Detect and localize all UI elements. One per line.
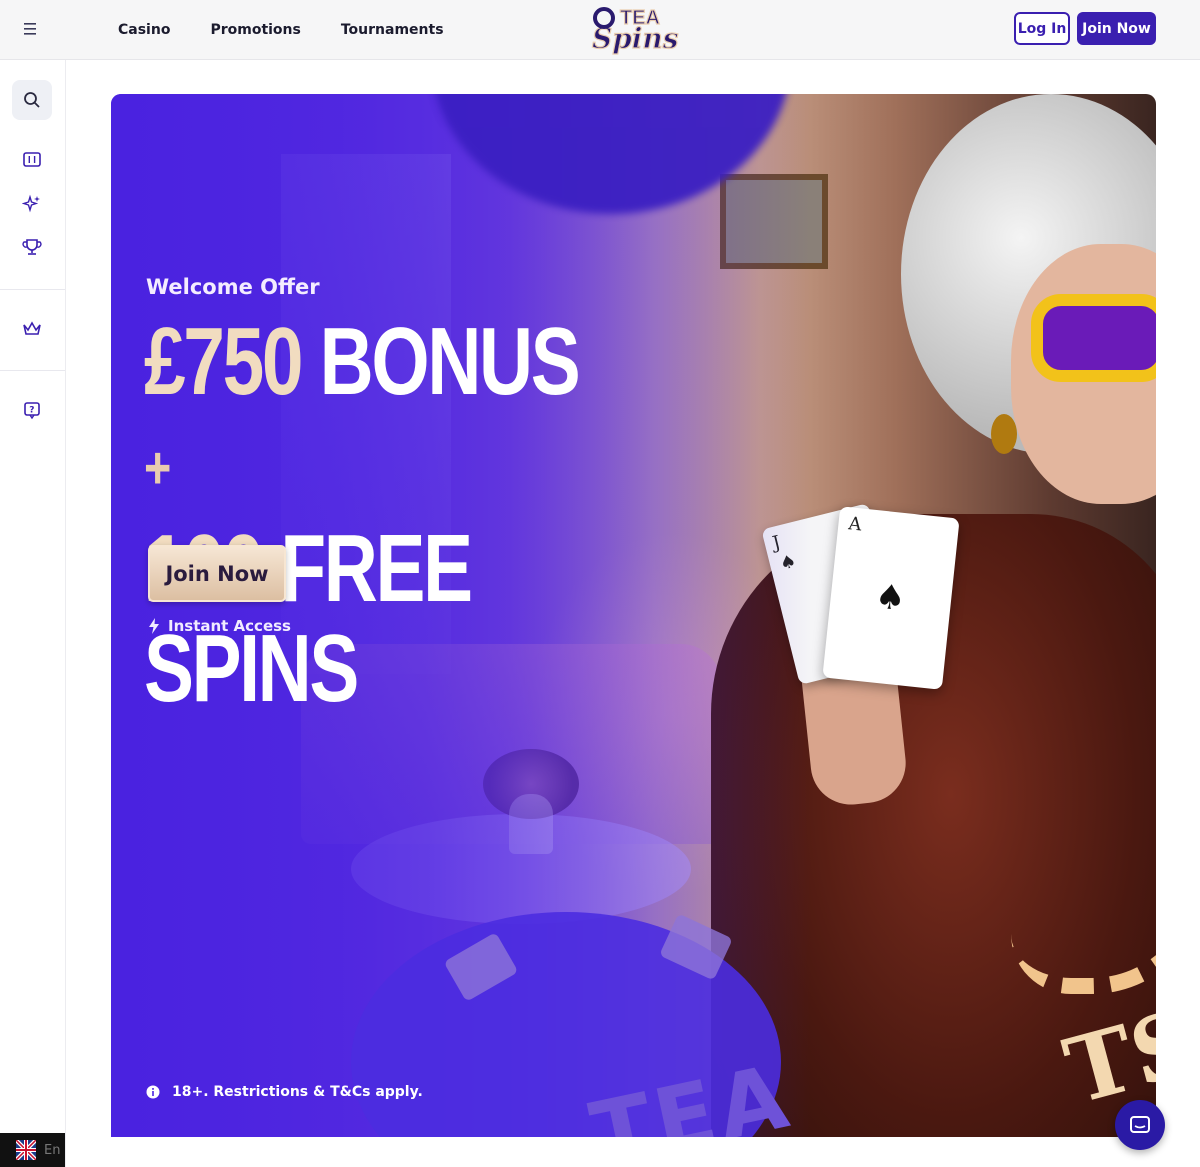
chat-icon bbox=[1130, 1116, 1150, 1133]
disclaimer-text: 18+. Restrictions & T&Cs apply. bbox=[172, 1084, 423, 1100]
join-now-hero-button[interactable]: Join Now bbox=[148, 545, 286, 602]
login-button[interactable]: Log In bbox=[1014, 12, 1070, 45]
search-icon bbox=[24, 92, 40, 108]
playing-card-ace: A ♠ bbox=[822, 506, 960, 690]
sidebar-item-slots[interactable] bbox=[12, 140, 52, 180]
earring-graphic bbox=[991, 414, 1017, 454]
spade-icon: ♠ bbox=[872, 576, 908, 620]
info-icon bbox=[146, 1085, 160, 1099]
card-rank: A bbox=[847, 513, 863, 536]
top-bar: Casino Promotions Tournaments TEA Spins … bbox=[0, 0, 1200, 60]
sidebar-item-help[interactable]: ? bbox=[12, 390, 52, 430]
sparkles-icon bbox=[22, 194, 40, 213]
uk-flag-icon bbox=[16, 1140, 36, 1160]
terms-disclaimer: 18+. Restrictions & T&Cs apply. bbox=[146, 1084, 423, 1100]
slot-machine-icon bbox=[23, 152, 41, 167]
sidebar-divider bbox=[0, 289, 65, 290]
hamburger-icon bbox=[24, 23, 36, 35]
sidebar-item-vip[interactable] bbox=[12, 309, 52, 349]
bonus-amount: £750 bbox=[144, 308, 304, 415]
welcome-offer-label: Welcome Offer bbox=[146, 275, 320, 299]
language-selector[interactable]: En bbox=[0, 1133, 65, 1167]
logo-graphic: TEA Spins bbox=[591, 6, 679, 55]
sidebar-item-tournaments[interactable] bbox=[12, 227, 52, 267]
trophy-icon bbox=[22, 239, 42, 255]
help-icon: ? bbox=[24, 402, 40, 420]
bonus-text: BONUS bbox=[319, 308, 581, 415]
sunglasses-graphic bbox=[1031, 294, 1156, 382]
instant-access-note: Instant Access bbox=[148, 617, 291, 635]
svg-text:?: ? bbox=[29, 406, 34, 416]
tea-spins-logo[interactable]: TEA Spins bbox=[588, 2, 680, 56]
hamburger-menu-button[interactable] bbox=[14, 14, 48, 44]
sidebar: ? En bbox=[0, 60, 66, 1167]
language-label: En bbox=[44, 1142, 61, 1158]
nav-casino[interactable]: Casino bbox=[118, 22, 170, 38]
nav-promotions[interactable]: Promotions bbox=[210, 22, 300, 38]
plus-sign: + bbox=[144, 434, 171, 502]
lightning-icon bbox=[149, 618, 159, 634]
hero-banner: J ♠ A ♠ TS TEA Welcome Offer £750 BONUS … bbox=[111, 94, 1156, 1137]
nav-tournaments[interactable]: Tournaments bbox=[341, 22, 444, 38]
bonus-headline: £750 BONUS + 100 FREE SPINS bbox=[144, 312, 612, 719]
sidebar-search-button[interactable] bbox=[12, 80, 52, 120]
main-nav: Casino Promotions Tournaments bbox=[118, 0, 444, 60]
crown-icon bbox=[23, 321, 41, 335]
live-chat-button[interactable] bbox=[1115, 1100, 1165, 1150]
instant-access-label: Instant Access bbox=[168, 617, 291, 635]
gold-chain-graphic bbox=[1011, 654, 1156, 994]
sidebar-item-new[interactable] bbox=[12, 184, 52, 224]
sidebar-divider bbox=[0, 370, 65, 371]
join-now-header-button[interactable]: Join Now bbox=[1077, 12, 1156, 45]
